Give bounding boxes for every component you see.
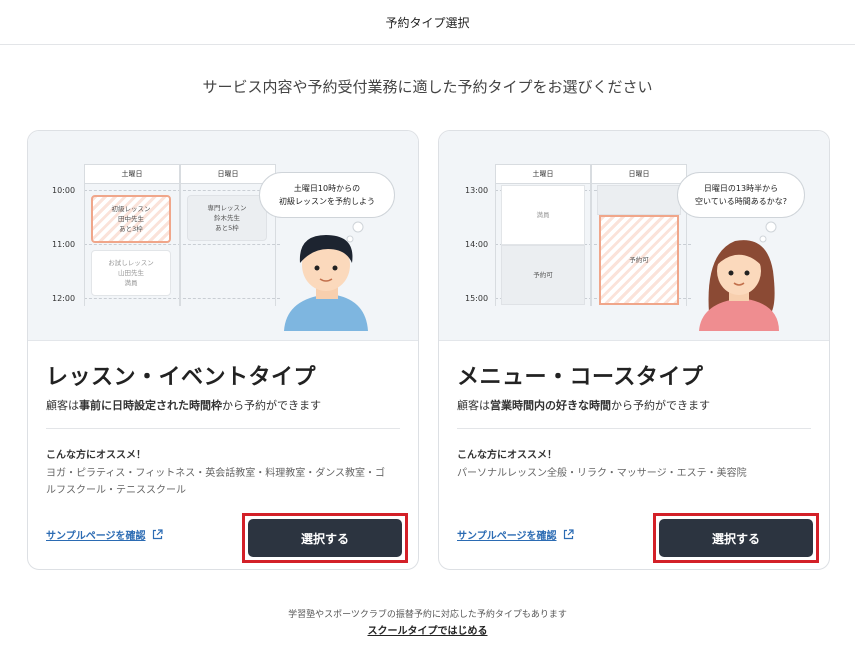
day-header: 土曜日 — [495, 164, 591, 184]
divider — [457, 428, 811, 429]
select-button-highlight: 選択する — [653, 513, 819, 563]
person-male-icon — [284, 221, 368, 331]
page-subtitle: サービス内容や予約受付業務に適した予約タイプをお選びください — [202, 78, 653, 96]
speech-bubble: 土曜日10時からの 初級レッスンを予約しよう — [259, 172, 395, 218]
sample-page-link[interactable]: サンプルページを確認 — [46, 527, 163, 542]
time-label: 10:00 — [52, 186, 76, 195]
recommend-title: こんな方にオススメ！ — [46, 450, 146, 461]
time-label: 11:00 — [52, 240, 76, 249]
card-menu-course: 13:00 14:00 15:00 土曜日 日曜日 満員 予約可 予約可 日曜日… — [438, 130, 830, 570]
speech-bubble: 日曜日の13時半から 空いている時間あるかな? — [677, 172, 805, 218]
person-female-icon — [699, 221, 779, 331]
page-header: 予約タイプ選択 — [0, 0, 855, 45]
day-header: 日曜日 — [591, 164, 687, 184]
external-link-icon — [152, 529, 163, 540]
recommend-text: パーソナルレッスン全般・リラク・マッサージ・エステ・美容院 — [457, 468, 747, 479]
card-description: 顧客は事前に日時設定された時間枠から予約ができます — [46, 399, 321, 412]
divider — [46, 428, 400, 429]
calendar-slot — [597, 185, 681, 215]
select-button[interactable]: 選択する — [248, 519, 402, 557]
card-title: レッスン・イベントタイプ — [46, 365, 317, 390]
calendar-slot: 専門レッスン 鈴木先生 あと5枠 — [187, 195, 267, 241]
select-button-highlight: 選択する — [242, 513, 408, 563]
menu-illustration: 13:00 14:00 15:00 土曜日 日曜日 満員 予約可 予約可 日曜日… — [439, 131, 829, 341]
footer-note: 学習塾やスポーツクラブの振替予約に対応した予約タイプもあります — [288, 610, 567, 620]
calendar-slot: 予約可 — [501, 245, 585, 305]
card-description: 顧客は営業時間内の好きな時間から予約ができます — [457, 399, 710, 412]
time-label: 14:00 — [465, 240, 489, 249]
calendar-slot: 満員 — [501, 185, 585, 245]
recommend-title: こんな方にオススメ！ — [457, 450, 557, 461]
external-link-icon — [563, 529, 574, 540]
calendar-slot: お試しレッスン 山田先生 満員 — [91, 250, 171, 296]
page-title: 予約タイプ選択 — [385, 15, 470, 30]
day-header: 日曜日 — [180, 164, 276, 184]
select-button[interactable]: 選択する — [659, 519, 813, 557]
card-lesson-event: 10:00 11:00 12:00 土曜日 日曜日 初級レッスン 田中先生 あと… — [27, 130, 419, 570]
calendar-slot: 予約可 — [599, 215, 679, 305]
time-label: 15:00 — [465, 294, 489, 303]
day-header: 土曜日 — [84, 164, 180, 184]
sample-page-link[interactable]: サンプルページを確認 — [457, 527, 574, 542]
recommend-text: ヨガ・ピラティス・フィットネス・英会話教室・料理教室・ダンス教室・ゴルフスクール… — [46, 468, 385, 496]
time-label: 12:00 — [52, 294, 76, 303]
calendar-slot: 初級レッスン 田中先生 あと3枠 — [91, 195, 171, 243]
school-type-link[interactable]: スクールタイプではじめる — [0, 622, 855, 637]
lesson-illustration: 10:00 11:00 12:00 土曜日 日曜日 初級レッスン 田中先生 あと… — [28, 131, 418, 341]
time-label: 13:00 — [465, 186, 489, 195]
card-title: メニュー・コースタイプ — [457, 365, 704, 390]
